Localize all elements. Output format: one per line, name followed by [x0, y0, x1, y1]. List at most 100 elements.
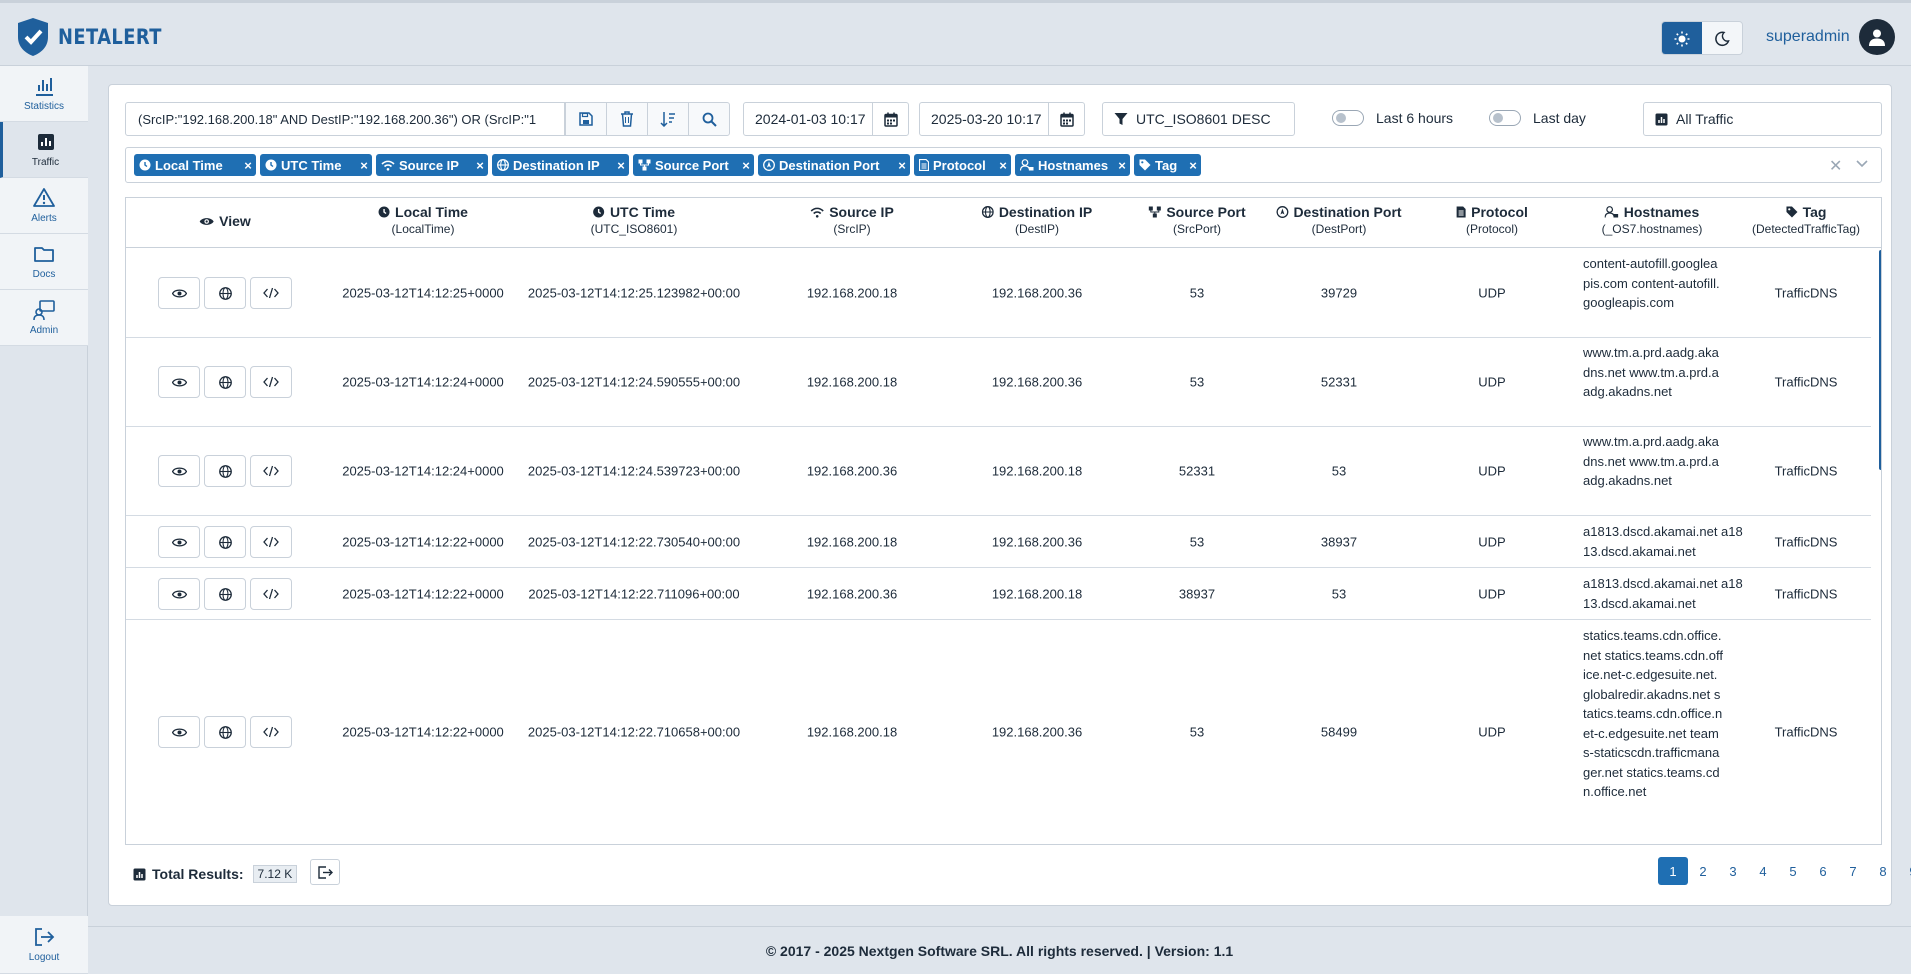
page-9[interactable]: 9: [1898, 857, 1911, 885]
page-6[interactable]: 6: [1808, 857, 1838, 885]
column-selector[interactable]: Local Time × UTC Time × Source IP × Dest…: [125, 147, 1882, 183]
header-utc-time[interactable]: UTC Time (UTC_ISO8601): [591, 204, 678, 236]
view-details-button[interactable]: [158, 526, 200, 558]
header-local-time[interactable]: Local Time (LocalTime): [378, 204, 468, 236]
table-row[interactable]: 2025-03-12T14:12:22+0000 2025-03-12T14:1…: [126, 516, 1871, 568]
table-row[interactable]: 2025-03-12T14:12:22+0000 2025-03-12T14:1…: [126, 620, 1871, 844]
table-row[interactable]: 2025-03-12T14:12:22+0000 2025-03-12T14:1…: [126, 568, 1871, 620]
cell-hostnames: www.tm.a.prd.aadg.akadns.net www.tm.a.pr…: [1583, 345, 1719, 399]
geo-lookup-button[interactable]: [204, 455, 246, 487]
search-button[interactable]: [688, 102, 730, 136]
page-8[interactable]: 8: [1868, 857, 1898, 885]
sidebar-item-alerts[interactable]: Alerts: [0, 178, 88, 234]
app-logo[interactable]: NETALERT: [16, 17, 180, 57]
view-raw-button[interactable]: [250, 366, 292, 398]
last-6-hours-toggle[interactable]: Last 6 hours: [1332, 110, 1453, 126]
header-view[interactable]: View: [199, 213, 251, 229]
cell-protocol: UDP: [1478, 374, 1506, 390]
geo-lookup-button[interactable]: [204, 526, 246, 558]
calendar-icon[interactable]: [872, 103, 908, 135]
geo-lookup-button[interactable]: [204, 366, 246, 398]
view-details-button[interactable]: [158, 366, 200, 398]
sort-query-button[interactable]: [647, 102, 689, 136]
view-details-button[interactable]: [158, 277, 200, 309]
remove-tag-icon[interactable]: ×: [240, 158, 256, 173]
header-destination-ip[interactable]: Destination IP (DestIP): [981, 204, 1092, 236]
page-1[interactable]: 1: [1658, 857, 1688, 885]
page-4[interactable]: 4: [1748, 857, 1778, 885]
column-tag-label: Tag: [1155, 157, 1178, 173]
remove-tag-icon[interactable]: ×: [613, 158, 629, 173]
header-tag[interactable]: Tag (DetectedTrafficTag): [1752, 204, 1860, 236]
table-row[interactable]: 2025-03-12T14:12:24+0000 2025-03-12T14:1…: [126, 338, 1871, 427]
date-from-field[interactable]: 2024-01-03 10:17: [743, 102, 909, 136]
toggle-switch[interactable]: [1489, 110, 1521, 126]
table-header: View Local Time (LocalTime) UTC Time (UT…: [126, 198, 1881, 248]
view-details-button[interactable]: [158, 578, 200, 610]
view-raw-button[interactable]: [250, 578, 292, 610]
cell-tag: TrafficDNS: [1774, 374, 1838, 390]
save-query-button[interactable]: [565, 102, 607, 136]
geo-lookup-button[interactable]: [204, 578, 246, 610]
view-details-button[interactable]: [158, 455, 200, 487]
cell-protocol: UDP: [1478, 285, 1506, 301]
sidebar-item-admin[interactable]: Admin: [0, 290, 88, 346]
sidebar-item-docs[interactable]: Docs: [0, 234, 88, 290]
calendar-icon[interactable]: [1048, 103, 1084, 135]
header-protocol[interactable]: Protocol (Protocol): [1456, 204, 1528, 236]
query-input[interactable]: (SrcIP:"192.168.200.18" AND DestIP:"192.…: [125, 102, 565, 136]
page-3[interactable]: 3: [1718, 857, 1748, 885]
traffic-type-select[interactable]: All Traffic: [1643, 102, 1882, 136]
table-scrollbar[interactable]: [1879, 250, 1881, 470]
page-2[interactable]: 2: [1688, 857, 1718, 885]
header-source-ip[interactable]: Source IP (SrcIP): [810, 204, 894, 236]
header-destination-port[interactable]: Destination Port (DestPort): [1276, 204, 1402, 236]
remove-tag-icon[interactable]: ×: [995, 158, 1011, 173]
view-raw-button[interactable]: [250, 716, 292, 748]
theme-toggle[interactable]: [1661, 21, 1743, 55]
sidebar: Statistics Traffic Alerts Docs Admin Log…: [0, 66, 88, 974]
sidebar-item-traffic[interactable]: Traffic: [0, 122, 88, 178]
toggle-switch[interactable]: [1332, 110, 1364, 126]
chevron-down-icon[interactable]: [1855, 156, 1869, 173]
view-details-button[interactable]: [158, 716, 200, 748]
remove-tag-icon[interactable]: ×: [356, 158, 372, 173]
sort-select[interactable]: UTC_ISO8601 DESC: [1102, 102, 1295, 136]
avatar[interactable]: [1859, 19, 1895, 55]
remove-tag-icon[interactable]: ×: [1185, 158, 1201, 173]
moon-icon: [1715, 31, 1730, 47]
dark-theme-button[interactable]: [1702, 22, 1742, 54]
geo-lookup-button[interactable]: [204, 277, 246, 309]
cell-tag: TrafficDNS: [1774, 285, 1838, 301]
column-tag-destination-port: Destination Port ×: [758, 154, 910, 176]
table-row[interactable]: 2025-03-12T14:12:24+0000 2025-03-12T14:1…: [126, 427, 1871, 516]
logout-button[interactable]: Logout: [0, 916, 88, 974]
header-source-port[interactable]: Source Port (SrcPort): [1148, 204, 1246, 236]
table-row[interactable]: 2025-03-12T14:12:25+0000 2025-03-12T14:1…: [126, 249, 1871, 338]
wifi-icon: [810, 207, 824, 218]
header-hostnames[interactable]: Hostnames (_OS7.hostnames): [1602, 204, 1703, 236]
remove-tag-icon[interactable]: ×: [738, 158, 754, 173]
delete-query-button[interactable]: [606, 102, 648, 136]
username[interactable]: superadmin: [1766, 28, 1850, 46]
clock-icon: [139, 159, 151, 171]
remove-tag-icon[interactable]: ×: [1114, 158, 1130, 173]
view-raw-button[interactable]: [250, 455, 292, 487]
sidebar-item-label: Admin: [29, 325, 59, 336]
export-button[interactable]: [310, 859, 340, 885]
clear-all-icon[interactable]: ✕: [1829, 156, 1842, 176]
date-to-field[interactable]: 2025-03-20 10:17: [919, 102, 1085, 136]
page-5[interactable]: 5: [1778, 857, 1808, 885]
sidebar-item-statistics[interactable]: Statistics: [0, 66, 88, 122]
remove-tag-icon[interactable]: ×: [894, 158, 910, 173]
view-raw-button[interactable]: [250, 277, 292, 309]
cell-destination-port: 39729: [1320, 285, 1358, 301]
clock-icon: [593, 206, 605, 218]
document-icon: [919, 159, 929, 171]
remove-tag-icon[interactable]: ×: [472, 158, 488, 173]
geo-lookup-button[interactable]: [204, 716, 246, 748]
light-theme-button[interactable]: [1662, 22, 1702, 54]
last-day-toggle[interactable]: Last day: [1489, 110, 1586, 126]
view-raw-button[interactable]: [250, 526, 292, 558]
page-7[interactable]: 7: [1838, 857, 1868, 885]
